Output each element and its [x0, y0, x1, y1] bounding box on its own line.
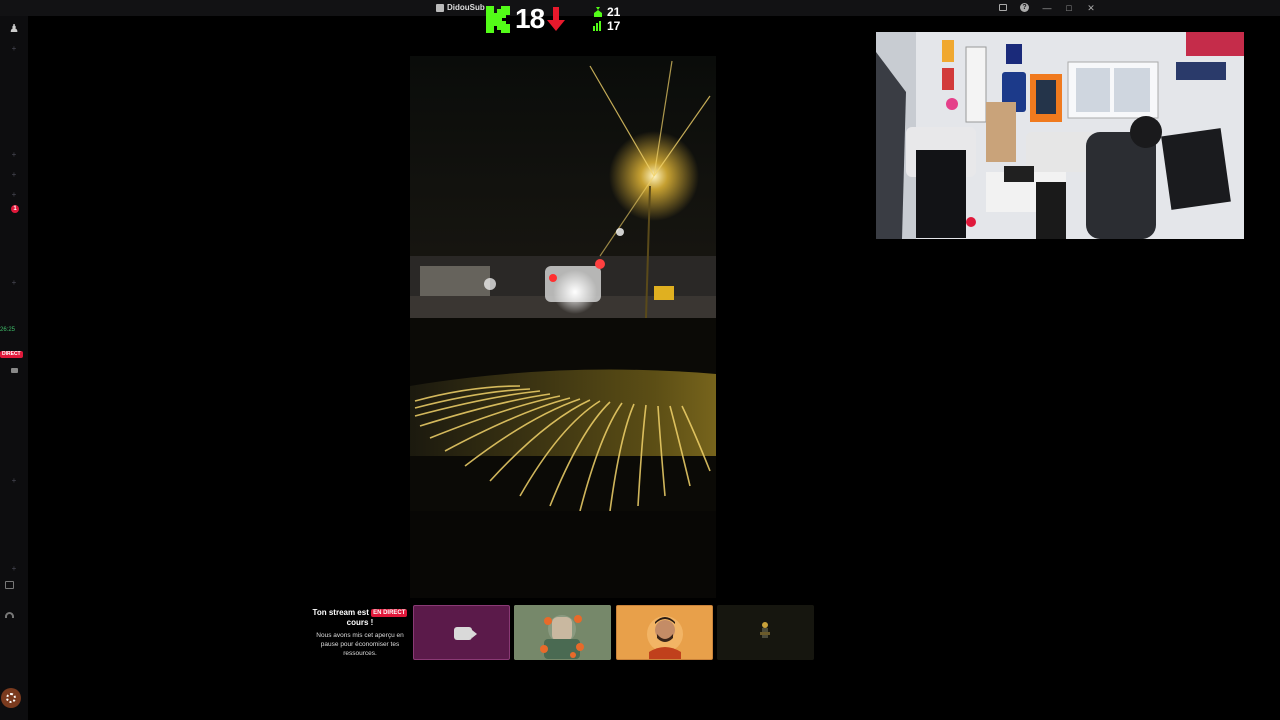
kick-rank-overlay: 18: [486, 3, 566, 34]
add-icon-4[interactable]: +: [0, 278, 28, 287]
app-icon: [436, 3, 444, 12]
screen-share-tile[interactable]: [413, 605, 510, 660]
add-icon-2[interactable]: +: [0, 170, 28, 179]
arrow-down-icon: [547, 7, 566, 31]
avatar-2-art: [514, 605, 611, 660]
camera-icon[interactable]: [11, 368, 18, 373]
friends-icon[interactable]: ♟: [0, 22, 28, 35]
live-badge: DIRECT: [0, 351, 23, 358]
notification-badge: 1: [11, 205, 19, 213]
inbox-icon[interactable]: [996, 1, 1010, 15]
close-icon[interactable]: ✕: [1084, 1, 1098, 15]
main-stream-video[interactable]: [410, 56, 716, 598]
add-icon-5[interactable]: +: [0, 476, 28, 485]
webcam-frame: [876, 32, 1244, 239]
stream-paused-notice: Ton stream est EN DIRECT cours ! Nous av…: [308, 608, 412, 658]
en-direct-badge: EN DIRECT: [371, 609, 408, 617]
webcam-feed[interactable]: [876, 32, 1244, 239]
window-controls: ? — □ ✕: [996, 1, 1098, 15]
help-icon[interactable]: ?: [1018, 1, 1032, 15]
camera-icon: [454, 627, 477, 640]
participant-avatar-4[interactable]: [717, 605, 814, 660]
minimize-icon[interactable]: —: [1040, 1, 1054, 15]
stat-value-chart: 17: [607, 19, 621, 33]
headset-icon[interactable]: [5, 612, 14, 618]
clipboard-icon[interactable]: [5, 581, 14, 589]
bar-chart-icon: [593, 21, 601, 31]
title-bar: DidouSub ? — □ ✕: [0, 0, 1280, 16]
gear-icon: [6, 693, 16, 703]
stat-row-viewers: 21: [593, 5, 633, 19]
notice-title-before: Ton stream est: [312, 608, 369, 617]
participant-avatar-2[interactable]: [514, 605, 611, 660]
kick-logo-icon: [486, 5, 510, 33]
viewer-stats: 21 17: [593, 5, 633, 33]
video-frame: [410, 56, 716, 598]
notice-body: Nous avons mis cet aperçu en pause pour …: [316, 632, 404, 657]
maximize-icon[interactable]: □: [1062, 1, 1076, 15]
add-icon-3[interactable]: +: [0, 190, 28, 199]
avatar-4-art: [717, 605, 814, 660]
rank-number: 18: [515, 3, 545, 34]
window-title-text: DidouSub: [447, 3, 485, 12]
window-title: DidouSub: [436, 3, 485, 12]
participant-avatar-3[interactable]: [616, 605, 713, 660]
stat-value-viewers: 21: [607, 5, 621, 19]
add-icon-6[interactable]: +: [0, 564, 28, 573]
person-icon: [594, 7, 602, 17]
add-server-icon[interactable]: +: [0, 44, 28, 53]
left-sidebar: ♟ + + + + 1 + 26:25 DIRECT + +: [0, 16, 28, 720]
stream-timer: 26:25: [0, 327, 16, 333]
notice-title: Ton stream est EN DIRECT cours !: [308, 608, 412, 628]
settings-button[interactable]: [1, 688, 21, 708]
stat-row-chart: 17: [593, 19, 633, 33]
avatar-3-art: [617, 606, 712, 659]
add-icon-1[interactable]: +: [0, 150, 28, 159]
notice-title-after: cours !: [346, 618, 374, 627]
